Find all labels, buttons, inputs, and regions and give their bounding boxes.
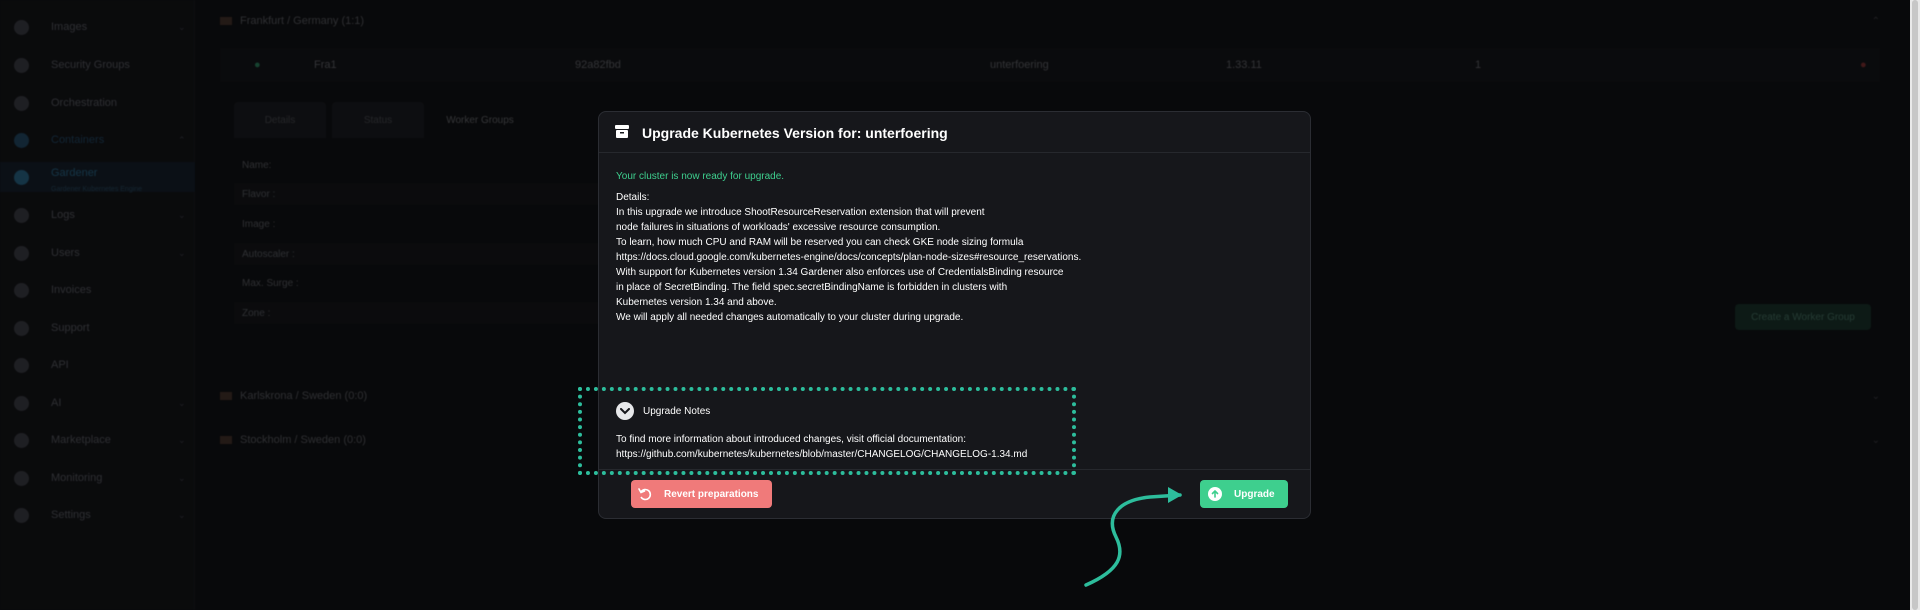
details-line: node failures in situations of workloads… <box>616 222 941 233</box>
details-line: With support for Kubernetes version 1.34… <box>616 267 1064 278</box>
upgrade-notes-toggle[interactable]: Upgrade Notes <box>616 402 710 420</box>
modal-header: Upgrade Kubernetes Version for: unterfoe… <box>599 112 1310 153</box>
arrow-up-circle-icon <box>1208 487 1222 501</box>
details-line: We will apply all needed changes automat… <box>616 312 964 323</box>
revert-label: Revert preparations <box>664 489 759 500</box>
revert-preparations-button[interactable]: Revert preparations <box>631 480 772 508</box>
upgrade-button[interactable]: Upgrade <box>1200 480 1288 508</box>
annotation-arrow-icon <box>1084 487 1182 587</box>
details-line: To learn, how much CPU and RAM will be r… <box>616 237 1024 248</box>
modal-body: Your cluster is now ready for upgrade. D… <box>578 169 1296 475</box>
modal-footer-divider <box>599 469 1310 470</box>
details-line: Kubernetes version 1.34 and above. <box>616 297 777 308</box>
ready-message: Your cluster is now ready for upgrade. <box>616 171 785 182</box>
upgrade-notes-highlight: Upgrade Notes To find more information a… <box>578 387 1076 475</box>
upgrade-modal: Upgrade Kubernetes Version for: unterfoe… <box>578 111 1311 519</box>
upgrade-notes-title: Upgrade Notes <box>643 405 711 417</box>
modal-title: Upgrade Kubernetes Version for: unterfoe… <box>642 125 948 141</box>
details-line: In this upgrade we introduce ShootResour… <box>616 207 985 218</box>
changelog-link[interactable]: https://github.com/kubernetes/kubernetes… <box>616 447 1027 462</box>
archive-icon <box>615 125 629 138</box>
scrollbar[interactable] <box>1910 0 1920 610</box>
scrollbar-thumb[interactable] <box>1912 0 1918 610</box>
details-line: Details: <box>616 192 650 203</box>
details-line: in place of SecretBinding. The field spe… <box>616 282 1008 293</box>
undo-icon <box>638 488 652 501</box>
docs-link[interactable]: https://docs.cloud.google.com/kubernetes… <box>616 250 1296 265</box>
notes-line: To find more information about introduce… <box>616 434 967 445</box>
upgrade-notes-text: To find more information about introduce… <box>616 432 1027 462</box>
chevron-down-icon[interactable] <box>616 402 634 420</box>
upgrade-label: Upgrade <box>1234 489 1275 500</box>
